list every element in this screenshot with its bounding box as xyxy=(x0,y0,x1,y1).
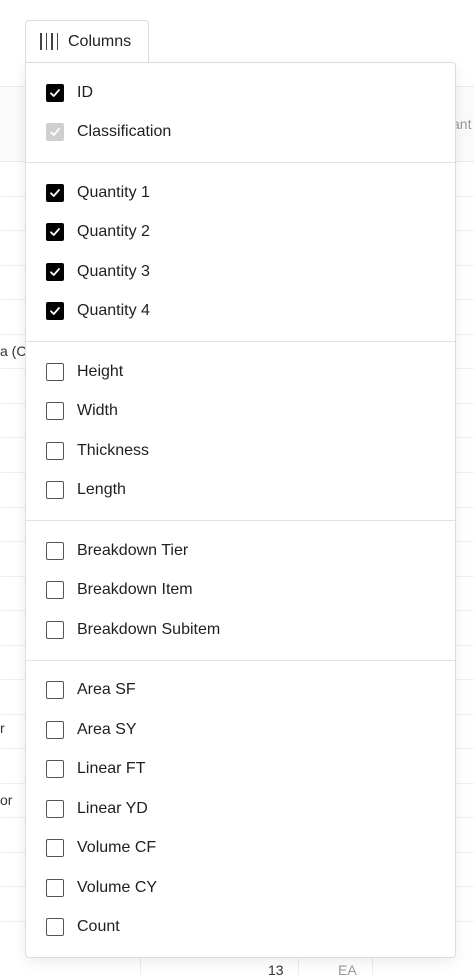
column-option-label: Breakdown Item xyxy=(77,581,193,599)
column-option-label: Width xyxy=(77,402,118,420)
column-option-label: Height xyxy=(77,362,124,380)
columns-icon xyxy=(40,33,58,50)
column-option-label: Quantity 3 xyxy=(77,262,150,280)
column-option-breakdown-item[interactable]: Breakdown Item xyxy=(26,571,455,611)
checkbox[interactable] xyxy=(46,620,64,639)
column-option-label: Breakdown Subitem xyxy=(77,620,221,638)
column-option-count[interactable]: Count xyxy=(26,908,455,948)
checkbox[interactable] xyxy=(46,302,64,321)
checkbox[interactable] xyxy=(46,878,64,897)
column-option-label: Count xyxy=(77,918,120,936)
checkbox[interactable] xyxy=(46,223,64,242)
columns-button[interactable]: Columns xyxy=(25,20,149,62)
column-option-quantity-4[interactable]: Quantity 4 xyxy=(26,292,455,332)
column-option-quantity-1[interactable]: Quantity 1 xyxy=(26,173,455,213)
column-option-label: Breakdown Tier xyxy=(77,541,189,559)
column-option-linear-yd[interactable]: Linear YD xyxy=(26,789,455,829)
column-option-volume-cy[interactable]: Volume CY xyxy=(26,868,455,908)
checkbox[interactable] xyxy=(46,581,64,600)
column-group: Breakdown Tier Breakdown Item Breakdown Su… xyxy=(26,521,455,661)
column-option-label: Linear YD xyxy=(77,799,148,817)
column-group: Height Width Thickness Length xyxy=(26,342,455,521)
column-group: Area SF Area SY Linear FT Linear YD Volume C… xyxy=(26,661,455,958)
row-cell-fragment: a (C xyxy=(0,343,27,359)
checkbox[interactable] xyxy=(46,541,64,560)
checkbox[interactable] xyxy=(46,839,64,858)
column-option-breakdown-subitem[interactable]: Breakdown Subitem xyxy=(26,610,455,650)
column-option-label: Length xyxy=(77,481,126,499)
column-option-label: Quantity 2 xyxy=(77,223,150,241)
row-cell-fragment: or xyxy=(0,792,13,808)
checkbox[interactable] xyxy=(46,262,64,281)
column-option-label: Quantity 1 xyxy=(77,183,150,201)
column-option-thickness[interactable]: Thickness xyxy=(26,431,455,471)
checkbox[interactable] xyxy=(46,362,64,381)
checkbox[interactable] xyxy=(46,799,64,818)
column-option-area-sf[interactable]: Area SF xyxy=(26,671,455,711)
column-option-label: Area SF xyxy=(77,681,136,699)
column-option-label: ID xyxy=(77,83,93,101)
column-option-breakdown-tier[interactable]: Breakdown Tier xyxy=(26,531,455,571)
row-cell-fragment: r xyxy=(0,720,5,736)
checkbox[interactable] xyxy=(46,183,64,202)
column-option-width[interactable]: Width xyxy=(26,392,455,432)
column-option-volume-cf[interactable]: Volume CF xyxy=(26,829,455,869)
column-option-quantity-2[interactable]: Quantity 2 xyxy=(26,213,455,253)
column-option-classification: Classification xyxy=(26,113,455,153)
checkbox[interactable] xyxy=(46,918,64,937)
column-option-label: Linear FT xyxy=(77,760,146,778)
column-option-label: Thickness xyxy=(77,441,150,459)
column-option-height[interactable]: Height xyxy=(26,352,455,392)
column-option-id[interactable]: ID xyxy=(26,73,455,113)
column-option-label: Quantity 4 xyxy=(77,302,150,320)
columns-button-label: Columns xyxy=(68,32,132,50)
column-option-quantity-3[interactable]: Quantity 3 xyxy=(26,252,455,292)
column-option-linear-ft[interactable]: Linear FT xyxy=(26,750,455,790)
columns-menu: ID Classification Quantity 1 Quantity 2 Quan… xyxy=(25,62,456,958)
column-option-area-sy[interactable]: Area SY xyxy=(26,710,455,750)
checkbox[interactable] xyxy=(46,441,64,460)
column-option-label: Classification xyxy=(77,123,172,141)
checkbox xyxy=(46,123,64,142)
column-option-label: Volume CF xyxy=(77,839,157,857)
checkbox[interactable] xyxy=(46,481,64,500)
column-option-length[interactable]: Length xyxy=(26,471,455,511)
footer-cell-unit: EA xyxy=(338,962,357,975)
column-option-label: Area SY xyxy=(77,720,137,738)
checkbox[interactable] xyxy=(46,720,64,739)
checkbox[interactable] xyxy=(46,681,64,700)
checkbox[interactable] xyxy=(46,83,64,102)
column-group: Quantity 1 Quantity 2 Quantity 3 Quantity 4 xyxy=(26,163,455,342)
checkbox[interactable] xyxy=(46,760,64,779)
checkbox[interactable] xyxy=(46,402,64,421)
column-option-label: Volume CY xyxy=(77,878,158,896)
column-group: ID Classification xyxy=(26,63,455,163)
footer-cell-quantity: 13 xyxy=(268,962,284,975)
page-root: ant a (C r or 13 EA Columns ID Classific… xyxy=(0,0,474,975)
